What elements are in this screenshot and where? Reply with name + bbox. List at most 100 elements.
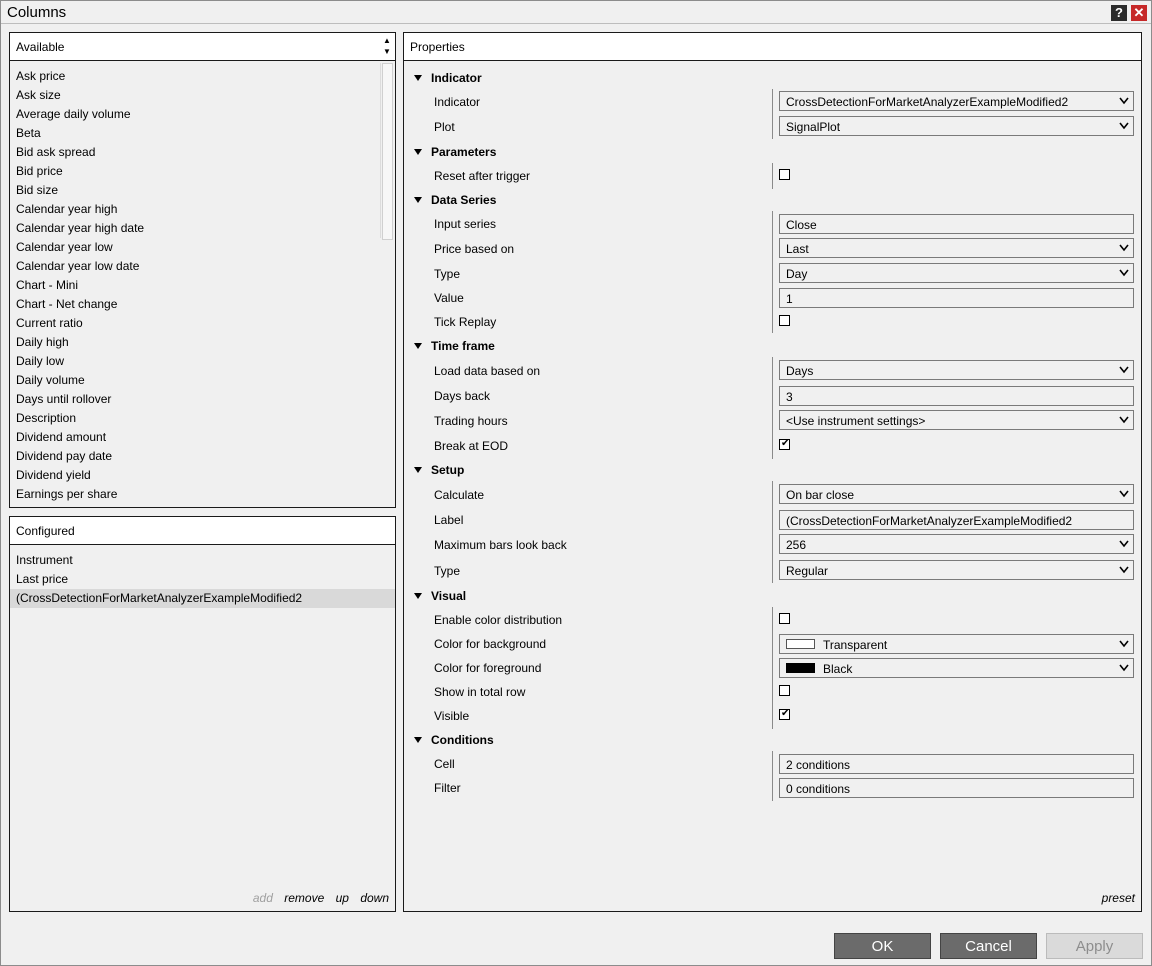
columns-dialog: Columns ? ✕ Available ▲ ▼ Ask price Ask s…	[0, 0, 1152, 966]
close-icon[interactable]: ✕	[1131, 5, 1147, 21]
color-distribution-label: Enable color distribution	[434, 613, 563, 627]
available-list-item[interactable]: Daily low	[10, 352, 395, 371]
configured-list-item[interactable]: Instrument	[10, 551, 395, 570]
help-icon[interactable]: ?	[1111, 5, 1127, 21]
break-at-eod-label: Break at EOD	[434, 439, 509, 453]
available-list-item[interactable]: Days until rollover	[10, 390, 395, 409]
visible-label: Visible	[434, 709, 470, 723]
available-list-item[interactable]: Description	[10, 409, 395, 428]
series-value-field[interactable]: 1	[779, 288, 1134, 308]
available-list-item[interactable]: Earnings per share	[10, 485, 395, 504]
available-list-item[interactable]: Bid ask spread	[10, 143, 395, 162]
section-parameters-title: Parameters	[431, 145, 497, 159]
color-distribution-checkbox[interactable]	[779, 613, 790, 624]
available-list-item[interactable]: Dividend amount	[10, 428, 395, 447]
properties-title: Properties	[410, 40, 465, 54]
section-time-frame[interactable]: Time frame	[414, 339, 495, 353]
add-button[interactable]: add	[253, 891, 273, 905]
available-list-item[interactable]: Average daily volume	[10, 105, 395, 124]
apply-button[interactable]: Apply	[1046, 933, 1143, 959]
days-back-field[interactable]: 3	[779, 386, 1134, 406]
configured-list-item[interactable]: Last price	[10, 570, 395, 589]
remove-button[interactable]: remove	[284, 891, 324, 905]
available-list-item[interactable]: Chart - Net change	[10, 295, 395, 314]
available-list-item[interactable]: Ask size	[10, 86, 395, 105]
available-list-item[interactable]: Chart - Mini	[10, 276, 395, 295]
series-value-value: 1	[786, 292, 793, 306]
up-button[interactable]: up	[336, 891, 349, 905]
separator	[772, 357, 773, 459]
cell-conditions-field[interactable]: 2 conditions	[779, 754, 1134, 774]
available-list-item[interactable]: Calendar year low	[10, 238, 395, 257]
max-bars-label: Maximum bars look back	[434, 538, 567, 552]
calculate-label: Calculate	[434, 488, 485, 502]
available-list-item[interactable]: Daily high	[10, 333, 395, 352]
indicator-select[interactable]: CrossDetectionForMarketAnalyzerExampleMo…	[779, 91, 1134, 111]
available-list-item[interactable]: Dividend yield	[10, 466, 395, 485]
available-list-item[interactable]: Current ratio	[10, 314, 395, 333]
cancel-button[interactable]: Cancel	[940, 933, 1037, 959]
indicator-label: Indicator	[434, 95, 481, 109]
down-button[interactable]: down	[360, 891, 389, 905]
price-based-on-value: Last	[786, 242, 809, 256]
filter-conditions-field[interactable]: 0 conditions	[779, 778, 1134, 798]
section-conditions[interactable]: Conditions	[414, 733, 494, 747]
show-total-row-label: Show in total row	[434, 685, 526, 699]
available-list-item[interactable]: Beta	[10, 124, 395, 143]
load-data-label: Load data based on	[434, 364, 541, 378]
reset-after-trigger-checkbox[interactable]	[779, 169, 790, 180]
reset-after-trigger-label: Reset after trigger	[434, 169, 531, 183]
available-list-item[interactable]: Ask price	[10, 67, 395, 86]
available-list-item[interactable]: Calendar year low date	[10, 257, 395, 276]
properties-panel: Properties Indicator Indicator CrossDete…	[403, 32, 1142, 912]
max-bars-select[interactable]: 256	[779, 534, 1134, 554]
separator	[772, 89, 773, 139]
available-list-item[interactable]: Daily volume	[10, 371, 395, 390]
checkmark-icon: ✔	[781, 708, 790, 719]
tick-replay-label: Tick Replay	[434, 315, 497, 329]
title-bar: Columns ? ✕	[1, 1, 1151, 24]
available-list: Ask price Ask size Average daily volume Bet…	[10, 67, 395, 504]
load-data-select[interactable]: Days	[779, 360, 1134, 380]
foreground-color-select[interactable]: Black	[779, 658, 1134, 678]
available-list-item[interactable]: Calendar year high date	[10, 219, 395, 238]
section-data-series[interactable]: Data Series	[414, 193, 496, 207]
separator	[772, 481, 773, 583]
section-visual-title: Visual	[431, 589, 467, 603]
configured-list-item[interactable]: (CrossDetectionForMarketAnalyzerExampleM…	[10, 589, 395, 608]
show-total-row-checkbox[interactable]	[779, 685, 790, 696]
scroll-down-icon[interactable]: ▼	[382, 47, 392, 57]
visible-checkbox[interactable]: ✔	[779, 708, 790, 720]
section-parameters[interactable]: Parameters	[414, 145, 496, 159]
input-series-field[interactable]: Close	[779, 214, 1134, 234]
section-setup[interactable]: Setup	[414, 463, 464, 477]
label-field[interactable]: (CrossDetectionForMarketAnalyzerExampleM…	[779, 510, 1134, 530]
break-at-eod-checkbox[interactable]: ✔	[779, 438, 790, 450]
foreground-color-value: Black	[823, 662, 853, 676]
tick-replay-checkbox[interactable]	[779, 315, 790, 326]
section-data-series-title: Data Series	[431, 193, 497, 207]
available-list-item[interactable]: Dividend pay date	[10, 447, 395, 466]
available-list-item[interactable]: Bid size	[10, 181, 395, 200]
available-list-item[interactable]: Bid price	[10, 162, 395, 181]
separator	[772, 163, 773, 189]
setup-type-value: Regular	[786, 564, 829, 578]
calculate-select[interactable]: On bar close	[779, 484, 1134, 504]
section-visual[interactable]: Visual	[414, 589, 466, 603]
section-conditions-title: Conditions	[431, 733, 494, 747]
available-list-item[interactable]: Calendar year high	[10, 200, 395, 219]
trading-hours-select[interactable]: <Use instrument settings>	[779, 410, 1134, 430]
plot-select[interactable]: SignalPlot	[779, 116, 1134, 136]
background-color-label: Color for background	[434, 637, 547, 651]
configured-panel: Configured Instrument Last price (CrossDet…	[9, 516, 396, 912]
properties-header: Properties	[404, 33, 1141, 61]
preset-link[interactable]: preset	[1102, 891, 1135, 905]
price-based-on-select[interactable]: Last	[779, 238, 1134, 258]
section-indicator[interactable]: Indicator	[414, 71, 482, 85]
background-color-select[interactable]: Transparent	[779, 634, 1134, 654]
setup-type-select[interactable]: Regular	[779, 560, 1134, 580]
cell-conditions-label: Cell	[434, 757, 455, 771]
scroll-up-icon[interactable]: ▲	[382, 36, 392, 46]
series-type-select[interactable]: Day	[779, 263, 1134, 283]
ok-button[interactable]: OK	[834, 933, 931, 959]
